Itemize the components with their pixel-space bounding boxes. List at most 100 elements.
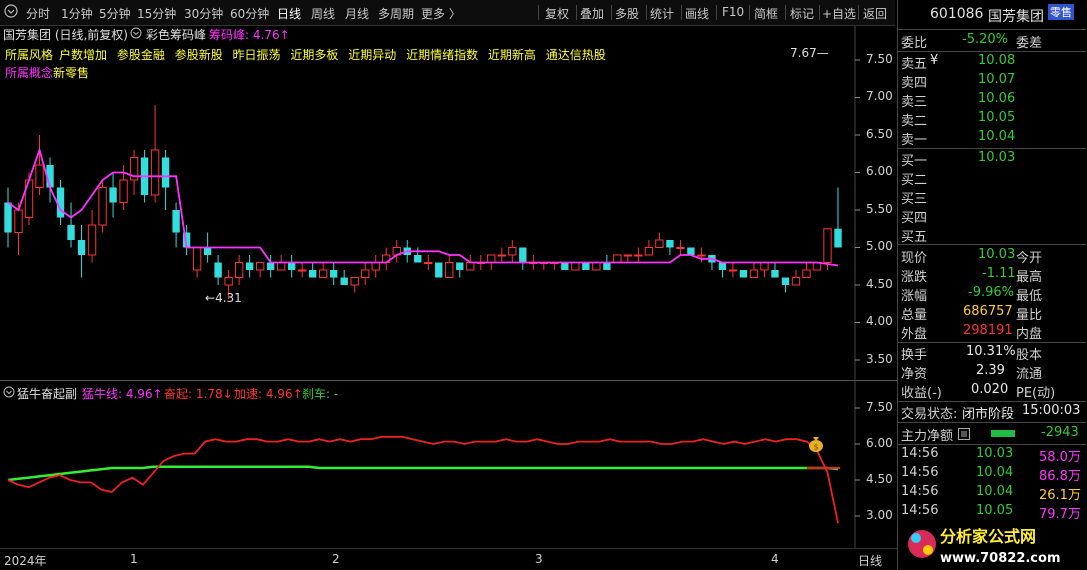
tab-60min[interactable]: 60分钟 [230, 5, 269, 22]
concept-tag[interactable]: 通达信热股 [546, 48, 606, 62]
rise-line [7, 435, 839, 524]
buy-row-3[interactable]: 买三 [898, 188, 1086, 207]
tab-monthly[interactable]: 月线 [345, 5, 369, 22]
candle-body [214, 262, 222, 278]
tab-more[interactable]: 更多 〉 [421, 5, 461, 22]
money-bag-icon[interactable]: $ [808, 434, 824, 455]
candle-body [561, 262, 569, 270]
y-tick: 5.50 [866, 202, 893, 216]
sub-y-tick: 6.00 [866, 436, 893, 450]
tick-row: 14:56 10.04 86.8万 [898, 465, 1086, 484]
sell-label: 卖三 [901, 95, 928, 110]
main-net-value: -2943 [1041, 425, 1079, 440]
x-label: 2024年 [4, 554, 47, 568]
buy-row-5[interactable]: 买五 [898, 226, 1086, 245]
tab-weekly[interactable]: 周线 [311, 5, 335, 22]
stat-value: 2.39 [976, 363, 1005, 378]
accel-label: 加速: 4.96↑ [234, 387, 303, 401]
concept-tag[interactable]: 昨日振荡 [233, 48, 281, 62]
stock-title: 国芳集团 (日线,前复权) [3, 28, 128, 42]
candle-body [119, 179, 128, 203]
tab-1min[interactable]: 1分钟 [61, 5, 93, 22]
settings-circle-icon[interactable] [4, 4, 18, 21]
multi-stock-button[interactable]: 多股 [615, 5, 639, 22]
main-net-bar [991, 430, 1015, 437]
stat-value: -9.96% [968, 285, 1014, 300]
chip-peak-value: 筹码峰: 4.76↑ [209, 28, 290, 42]
sell-row-5[interactable]: 卖五 ¥ 10.08 [898, 53, 1086, 72]
buy-row-2[interactable]: 买二 [898, 169, 1086, 188]
concept-tag[interactable]: 近期多板 [290, 48, 338, 62]
stat-label: 量比 [1016, 308, 1043, 323]
buy-row-1[interactable]: 买一 10.03 [898, 150, 1086, 169]
indicator-toggle-icon[interactable] [130, 27, 142, 42]
x-axis: 2024年 1 2 3 4 日线 [0, 548, 897, 570]
buy-label: 买一 [901, 154, 928, 169]
industry-tag[interactable]: 零售 [1048, 4, 1074, 20]
concept-prefix: 所属概念 [5, 66, 54, 80]
candle-body [571, 262, 580, 271]
sell-price: 10.04 [978, 129, 1016, 144]
trade-status-row: 交易状态: 闭市阶段 15:00:03 [898, 403, 1086, 422]
sell-row-3[interactable]: 卖三 10.06 [898, 91, 1086, 110]
y-tick: 4.50 [866, 277, 893, 291]
tab-30min[interactable]: 30分钟 [184, 5, 223, 22]
list-icon[interactable] [958, 428, 970, 444]
sub-indicator-chart[interactable]: 猛牛奋起副 猛牛线: 4.96↑ 奋起: 1.78↓ 加速: 4.96↑ 刹车:… [0, 380, 897, 549]
f10-button[interactable]: F10 [722, 5, 744, 19]
candle-body [255, 262, 265, 271]
weibi-value: -5.20% [962, 32, 1008, 47]
stat-row: 涨跌 -1.11 最高 [898, 266, 1086, 285]
tick-price: 10.04 [976, 465, 1014, 480]
tab-daily[interactable]: 日线 [277, 5, 301, 22]
concept-tag[interactable]: 所属风格 [5, 48, 53, 62]
concept-tag[interactable]: 参股新股 [175, 48, 223, 62]
tab-multi-period[interactable]: 多周期 [378, 5, 414, 22]
candle-body [781, 277, 790, 285]
overlay-button[interactable]: 叠加 [580, 5, 604, 22]
y-tick: 4.00 [866, 314, 893, 328]
restore-rights-button[interactable]: 复权 [545, 5, 569, 22]
candle-body [603, 262, 611, 270]
sell-row-4[interactable]: 卖四 10.07 [898, 72, 1086, 91]
tick-price: 10.03 [976, 446, 1014, 461]
concept-tag[interactable]: 近期情绪指数 [406, 48, 478, 62]
tick-volume: 26.1万 [1039, 488, 1081, 503]
candle-body [77, 240, 86, 255]
tab-fenshi[interactable]: 分时 [26, 5, 50, 22]
candle-body [424, 262, 433, 264]
draw-line-button[interactable]: 画线 [685, 5, 709, 22]
main-kline-chart[interactable]: 国芳集团 (日线,前复权) 彩色筹码峰 筹码峰: 4.76↑ 所属风格 户数增加 … [0, 26, 897, 380]
concept-tag[interactable]: 户数增加 [59, 48, 107, 62]
sell-row-2[interactable]: 卖二 10.05 [898, 110, 1086, 129]
tab-5min[interactable]: 5分钟 [99, 5, 131, 22]
stat-row: 现价 10.03 今开 [898, 247, 1086, 266]
candle-body [739, 270, 748, 278]
concept-tag[interactable]: 近期新高 [488, 48, 536, 62]
concept-tag[interactable]: 近期异动 [348, 48, 396, 62]
candle-body [519, 247, 527, 263]
concept-tag[interactable]: 新零售 [53, 66, 89, 80]
buy-row-4[interactable]: 买四 [898, 207, 1086, 226]
tab-15min[interactable]: 15分钟 [137, 5, 176, 22]
sub-indicator-toggle-icon[interactable] [3, 386, 15, 401]
candle-body [771, 270, 779, 278]
sell-price: 10.06 [978, 91, 1016, 106]
candle-body [655, 239, 664, 248]
sell-row-1[interactable]: 卖一 10.04 [898, 129, 1086, 148]
add-watchlist-button[interactable]: +自选 [822, 5, 856, 22]
sell-price: 10.05 [978, 110, 1016, 125]
stat-label: 外盘 [901, 327, 928, 342]
simple-frame-button[interactable]: 简框 [754, 5, 778, 22]
main-net-row[interactable]: 主力净额 -2943 [898, 425, 1086, 444]
sell-label: 卖一 [901, 133, 928, 148]
candle-body [582, 262, 590, 270]
stat-label: 收益(-) [901, 386, 942, 401]
stat-label: 换手 [901, 348, 928, 363]
statistics-button[interactable]: 统计 [650, 5, 674, 22]
back-button[interactable]: 返回 [863, 5, 887, 22]
stat-value: 0.020 [971, 382, 1009, 397]
concept-tag[interactable]: 参股金融 [117, 48, 165, 62]
candle-body [150, 149, 160, 196]
mark-button[interactable]: 标记 [790, 5, 814, 22]
